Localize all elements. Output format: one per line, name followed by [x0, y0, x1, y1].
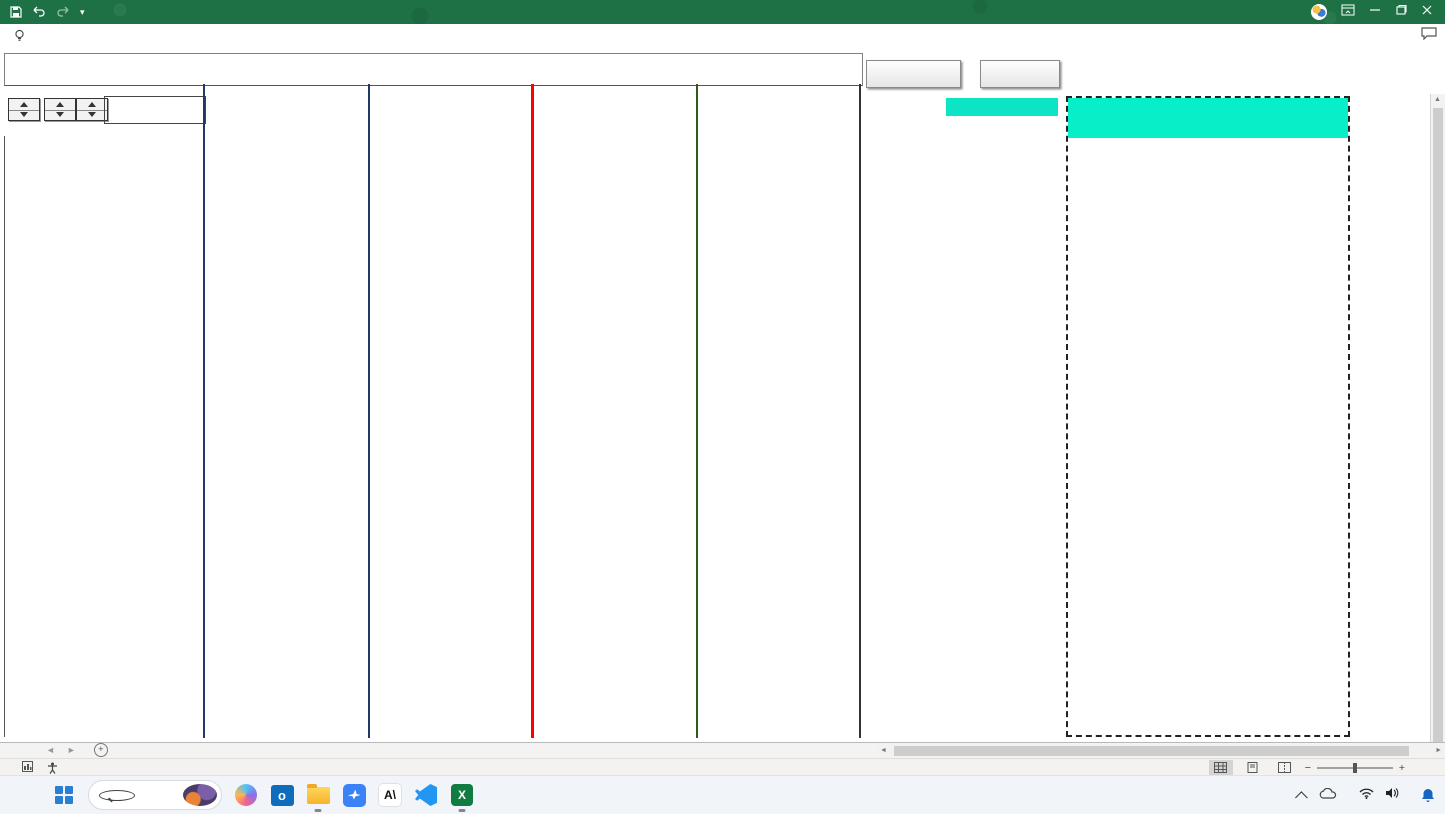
accessibility-status[interactable]	[47, 762, 63, 774]
comments-header	[1068, 98, 1348, 138]
start-button[interactable]	[52, 783, 76, 807]
totals-grid	[868, 136, 939, 737]
restore-button[interactable]	[1395, 3, 1407, 21]
duplicate-button[interactable]	[980, 60, 1060, 88]
comments-body[interactable]	[1068, 138, 1348, 737]
notes-app-icon[interactable]: A\	[378, 783, 402, 807]
vscode-icon[interactable]	[414, 783, 438, 807]
week1-left-divider	[203, 84, 205, 738]
vertical-scrollbar[interactable]: ▲ ▼	[1430, 94, 1445, 790]
employee-list	[4, 136, 205, 737]
fortnight-divider	[531, 84, 534, 738]
roster-start-date[interactable]	[104, 96, 206, 124]
new-sheet-button[interactable]: +	[86, 742, 116, 758]
undo-icon[interactable]	[32, 6, 46, 18]
windows-taskbar: o A\ X	[0, 775, 1445, 814]
scroll-up-arrow[interactable]: ▲	[1434, 96, 1441, 103]
sheet-tab-strip: ◄ ►	[0, 742, 1445, 759]
file-explorer-icon[interactable]	[306, 783, 330, 807]
normal-view-button[interactable]	[1209, 760, 1233, 775]
bulb-icon	[14, 29, 25, 42]
page-layout-view-button[interactable]	[1241, 760, 1265, 775]
ribbon-tab-row	[0, 24, 1445, 48]
horizontal-scroll-thumb[interactable]	[894, 746, 1409, 756]
roster-left-header-row	[4, 122, 204, 136]
grid-right-border	[859, 84, 861, 738]
avatar[interactable]	[1311, 4, 1327, 20]
status-bar: − +	[0, 758, 1445, 776]
week1-week2-divider	[368, 84, 370, 738]
zoom-slider[interactable]: − +	[1305, 762, 1405, 774]
messaging-app-icon[interactable]	[342, 783, 366, 807]
day-spinner[interactable]	[8, 98, 40, 121]
macro-record-icon[interactable]	[22, 761, 33, 775]
copilot-icon[interactable]	[234, 783, 258, 807]
scroll-left-arrow[interactable]: ◄	[880, 747, 887, 754]
search-icon	[99, 790, 135, 801]
scroll-right-arrow[interactable]: ►	[1435, 747, 1442, 754]
vertical-scroll-thumb[interactable]	[1433, 108, 1443, 748]
close-button[interactable]	[1421, 3, 1433, 21]
wifi-icon[interactable]	[1359, 786, 1374, 804]
clear-content-button[interactable]	[866, 60, 961, 88]
zoom-in-button[interactable]: +	[1399, 762, 1405, 774]
minimize-button[interactable]	[1369, 3, 1381, 21]
taskbar-search[interactable]	[88, 780, 222, 810]
zoom-thumb[interactable]	[1353, 763, 1357, 773]
notification-bell-icon[interactable]	[1421, 788, 1435, 803]
ribbon-display-options-icon[interactable]	[1341, 3, 1355, 21]
tell-me-box[interactable]	[0, 29, 30, 42]
search-highlight-image	[183, 784, 217, 806]
excel-taskbar-icon[interactable]: X	[450, 783, 474, 807]
non-productive-grid	[946, 136, 1058, 737]
qat-customize-icon[interactable]: ▾	[80, 7, 85, 18]
worksheet-area: ▲ ▼	[0, 47, 1445, 742]
excel-title-bar: ▾	[0, 0, 1445, 24]
month-spinner[interactable]	[44, 98, 76, 121]
page-break-view-button[interactable]	[1273, 760, 1297, 775]
comments-panel[interactable]	[1066, 96, 1350, 737]
volume-icon[interactable]	[1385, 786, 1399, 804]
accessibility-icon	[47, 762, 58, 774]
non-productive-header	[946, 98, 1058, 116]
week3-week4-divider	[696, 84, 698, 738]
roster-title-cell[interactable]	[4, 53, 863, 86]
sheet-nav-arrows[interactable]: ◄►	[0, 742, 86, 758]
redo-icon[interactable]	[56, 6, 70, 18]
zoom-out-button[interactable]: −	[1305, 762, 1311, 774]
hidden-icons-chevron[interactable]	[1295, 791, 1308, 804]
horizontal-scrollbar[interactable]: ◄ ►	[877, 744, 1445, 758]
outlook-icon[interactable]: o	[270, 783, 294, 807]
non-productive-column-headers	[946, 119, 1058, 134]
share-comment-icon[interactable]	[1421, 27, 1437, 45]
onedrive-cloud-icon[interactable]	[1319, 786, 1337, 804]
save-icon[interactable]	[10, 6, 22, 18]
